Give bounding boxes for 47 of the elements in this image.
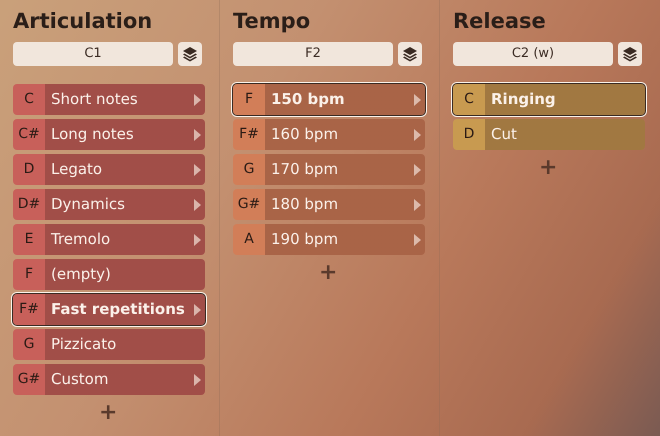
item-label: Short notes bbox=[51, 89, 139, 110]
layers-icon bbox=[182, 46, 198, 62]
column-title: Release bbox=[453, 8, 547, 35]
item-label: (empty) bbox=[51, 264, 112, 286]
item-label: Dynamics bbox=[51, 194, 126, 216]
key-label: F# bbox=[13, 294, 45, 325]
key-label: G# bbox=[233, 189, 265, 220]
layers-button[interactable] bbox=[398, 42, 422, 66]
item-label: Tremolo bbox=[51, 229, 112, 250]
item-label: Cut bbox=[491, 124, 518, 146]
key-label: C# bbox=[13, 119, 45, 150]
key-field[interactable]: C2 (w) bbox=[453, 42, 613, 66]
key-label: D bbox=[453, 119, 485, 150]
key-label: F# bbox=[233, 119, 265, 150]
key-label: D bbox=[13, 154, 45, 185]
column-title: Articulation bbox=[13, 8, 154, 35]
item-label: 180 bpm bbox=[271, 194, 340, 216]
key-label: D# bbox=[13, 189, 45, 220]
layers-button[interactable] bbox=[178, 42, 202, 66]
column-title: Tempo bbox=[233, 8, 312, 35]
layers-icon bbox=[622, 46, 638, 62]
item-label: Legato bbox=[51, 159, 104, 180]
key-label: F bbox=[13, 259, 45, 290]
add-button[interactable]: + bbox=[539, 156, 558, 180]
key-label: F bbox=[233, 84, 265, 115]
key-field[interactable]: F2 bbox=[233, 42, 393, 66]
item-label: Ringing bbox=[491, 89, 557, 110]
add-button[interactable]: + bbox=[99, 401, 118, 425]
key-label: A bbox=[233, 224, 265, 255]
item-label: 160 bpm bbox=[271, 124, 340, 146]
layers-icon bbox=[402, 46, 418, 62]
layers-button[interactable] bbox=[618, 42, 642, 66]
key-label: G bbox=[13, 329, 45, 360]
item-label: Long notes bbox=[51, 124, 135, 146]
key-field[interactable]: C1 bbox=[13, 42, 173, 66]
key-label: E bbox=[13, 224, 45, 255]
item-label: Custom bbox=[51, 369, 110, 390]
item-label: Fast repetitions bbox=[51, 299, 186, 320]
add-button[interactable]: + bbox=[319, 261, 338, 285]
item-label: Pizzicato bbox=[51, 334, 118, 356]
item-label: 190 bpm bbox=[271, 229, 340, 250]
item-label: 150 bpm bbox=[271, 89, 346, 110]
key-label: C bbox=[453, 84, 485, 115]
item-label: 170 bpm bbox=[271, 159, 340, 180]
key-label: G bbox=[233, 154, 265, 185]
key-label: G# bbox=[13, 364, 45, 395]
key-label: C bbox=[13, 84, 45, 115]
